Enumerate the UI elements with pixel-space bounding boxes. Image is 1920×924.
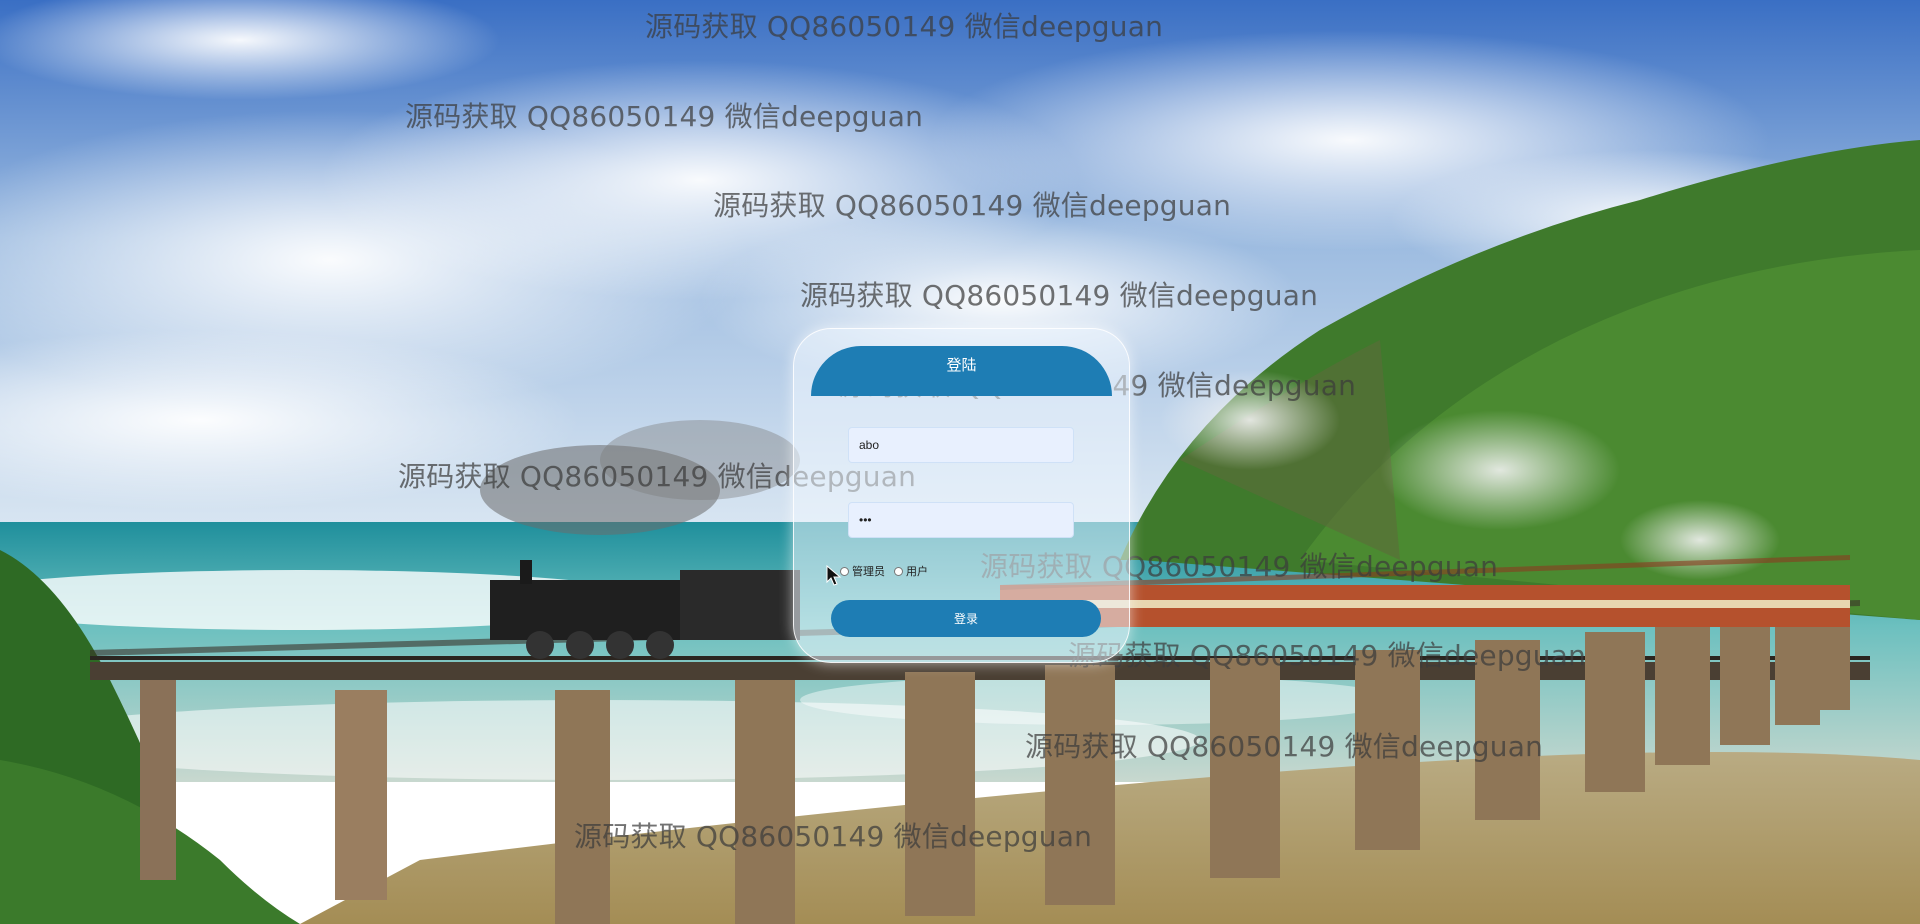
username-input[interactable] [848,427,1074,463]
login-button[interactable]: 登录 [831,600,1101,637]
mouse-cursor-icon [826,565,842,586]
role-selector: 管理员 用户 [840,563,934,579]
role-label-user: 用户 [906,566,928,578]
role-option-user[interactable]: 用户 [894,563,928,579]
password-input[interactable] [848,502,1074,538]
login-title: 登陆 [811,346,1112,396]
login-panel: 登陆 管理员 用户 登录 [793,328,1130,663]
role-option-admin[interactable]: 管理员 [840,563,885,579]
role-label-admin: 管理员 [852,566,885,578]
radio-user[interactable] [894,566,903,576]
